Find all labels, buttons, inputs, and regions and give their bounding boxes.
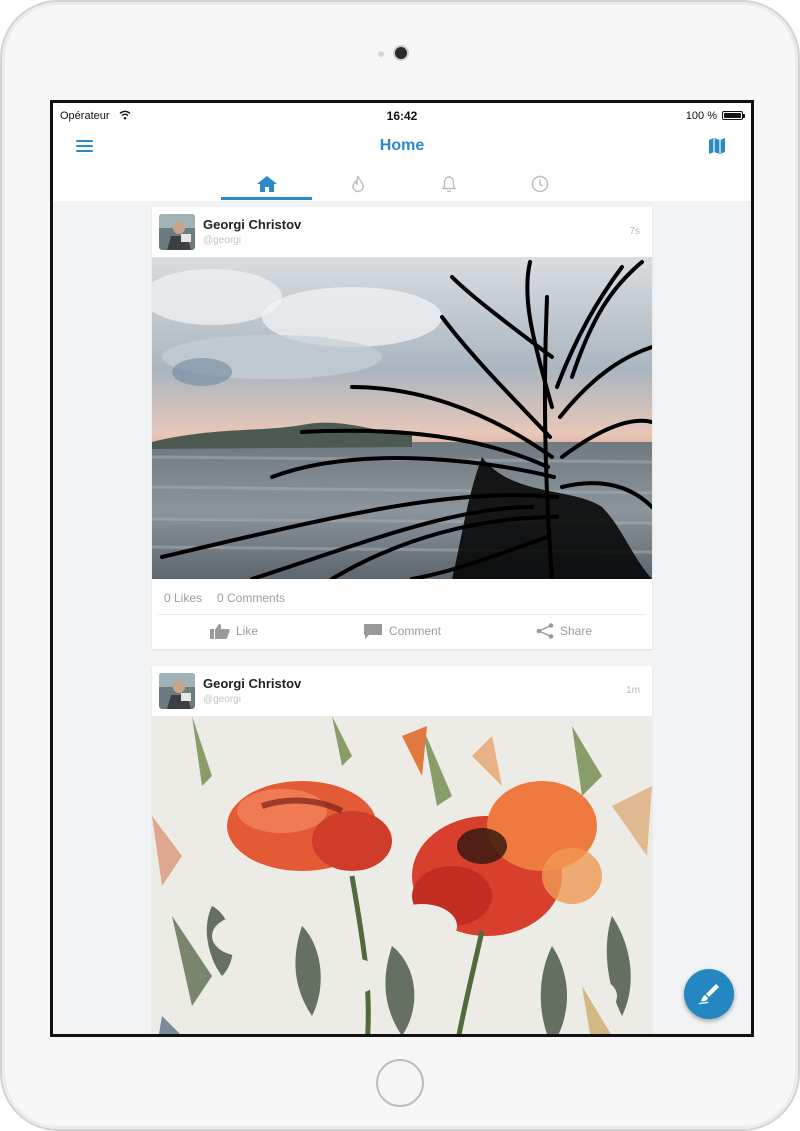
tab-bar: [221, 167, 585, 201]
home-button[interactable]: [376, 1059, 424, 1107]
tab-history[interactable]: [494, 167, 585, 201]
nav-bar: Home: [53, 129, 751, 201]
clock-icon: [531, 175, 548, 193]
post-image[interactable]: [152, 716, 652, 1037]
avatar[interactable]: [159, 214, 195, 250]
tab-home[interactable]: [221, 167, 312, 201]
share-label: Share: [560, 624, 593, 638]
post-header: Georgi Christov @georgi 1m: [152, 666, 652, 716]
create-post-fab[interactable]: [684, 969, 734, 1019]
post-image[interactable]: [152, 257, 652, 579]
post-timestamp: 7s: [629, 226, 640, 237]
comment-button[interactable]: Comment: [363, 623, 441, 639]
map-icon[interactable]: [707, 137, 727, 155]
post-timestamp: 1m: [626, 685, 640, 696]
flame-icon: [351, 175, 364, 193]
likes-count[interactable]: 0 Likes: [164, 591, 202, 605]
like-button[interactable]: Like: [210, 623, 258, 639]
thumbs-up-icon: [210, 624, 230, 639]
screen: Opérateur 16:42 100 % Home Georgi Christ…: [50, 100, 754, 1037]
home-icon: [256, 176, 277, 192]
bell-icon: [441, 176, 456, 193]
post-card: Georgi Christov @georgi 1m: [152, 666, 652, 1037]
battery-icon: [722, 111, 745, 120]
post-stats: 0 Likes 0 Comments: [152, 579, 652, 615]
post-header: Georgi Christov @georgi 7s: [152, 207, 652, 257]
avatar[interactable]: [159, 673, 195, 709]
status-bar: Opérateur 16:42 100 %: [53, 103, 751, 129]
active-tab-indicator: [221, 197, 312, 200]
author-name[interactable]: Georgi Christov: [203, 217, 301, 232]
page-title: Home: [379, 137, 425, 154]
tab-trending[interactable]: [312, 167, 403, 201]
post-actions: Like Comment Share: [152, 615, 652, 649]
author-handle: @georgi: [203, 235, 241, 246]
sensor-dot: [378, 51, 384, 57]
author-handle: @georgi: [203, 694, 241, 705]
ipad-frame: Opérateur 16:42 100 % Home Georgi Christ…: [0, 0, 800, 1131]
comment-label: Comment: [389, 624, 442, 638]
share-icon: [536, 623, 554, 639]
author-name[interactable]: Georgi Christov: [203, 676, 301, 691]
comments-count[interactable]: 0 Comments: [217, 591, 285, 605]
brush-icon: [698, 984, 719, 1005]
front-camera: [395, 47, 407, 59]
status-time: 16:42: [386, 109, 418, 123]
share-button[interactable]: Share: [536, 623, 592, 639]
like-label: Like: [236, 624, 259, 638]
battery-percent: 100 %: [685, 110, 717, 122]
tab-notifications[interactable]: [403, 167, 494, 201]
comment-icon: [364, 624, 382, 639]
post-card: Georgi Christov @georgi 7s 0 Likes 0 Com…: [152, 207, 652, 649]
